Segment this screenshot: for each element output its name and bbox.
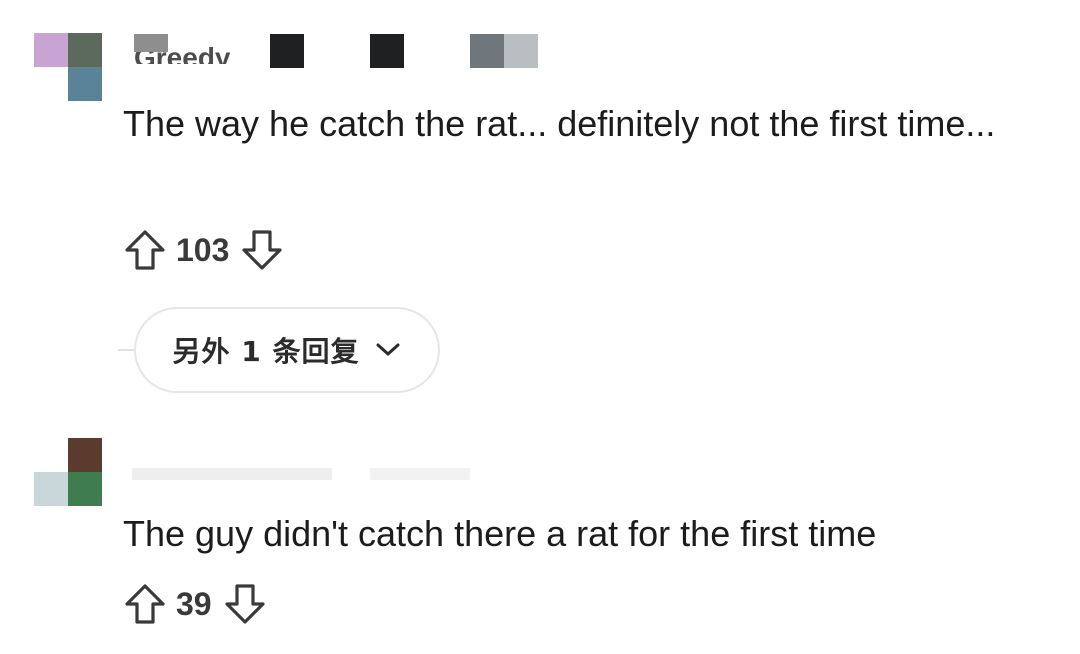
comment-meta: Greedy_	[130, 34, 580, 74]
vote-bar: 103	[122, 226, 285, 274]
more-replies-button[interactable]: 另外 1 条回复	[134, 307, 440, 393]
username-redaction	[370, 34, 404, 68]
avatar-pixel	[68, 67, 102, 101]
vote-score: 103	[176, 231, 230, 268]
avatar[interactable]	[34, 438, 104, 508]
comment-meta	[130, 462, 580, 486]
chevron-down-icon	[375, 342, 401, 358]
arrow-up-outline-icon	[125, 230, 165, 270]
avatar-pixel	[34, 472, 68, 506]
avatar-pixel	[68, 33, 102, 67]
username-redaction	[270, 34, 304, 68]
timestamp-redaction	[470, 34, 504, 68]
upvote-button[interactable]	[122, 581, 168, 627]
comment-2: The guy didn't catch there a rat for the…	[0, 400, 1080, 654]
comment-text: The way he catch the rat... definitely n…	[123, 103, 996, 144]
arrow-down-outline-icon	[242, 230, 282, 270]
arrow-down-outline-icon	[224, 584, 265, 624]
timestamp-redaction	[504, 34, 538, 68]
avatar-pixel	[34, 33, 68, 67]
upvote-button[interactable]	[122, 227, 168, 273]
avatar-pixel	[68, 438, 102, 472]
username-redaction	[134, 34, 168, 52]
avatar-pixel	[68, 472, 102, 506]
vote-score: 39	[176, 585, 212, 622]
more-replies-label: 另外 1 条回复	[172, 335, 360, 368]
avatar[interactable]	[34, 33, 104, 103]
arrow-up-outline-icon	[125, 584, 165, 624]
comment-text: The guy didn't catch there a rat for the…	[123, 513, 877, 554]
vote-bar: 39	[122, 580, 268, 628]
downvote-button[interactable]	[222, 581, 268, 627]
downvote-button[interactable]	[239, 227, 285, 273]
comment-1: Greedy_ The way he catch the rat... defi…	[0, 0, 1080, 400]
timestamp-redaction	[370, 468, 470, 480]
username-redaction	[132, 468, 332, 480]
